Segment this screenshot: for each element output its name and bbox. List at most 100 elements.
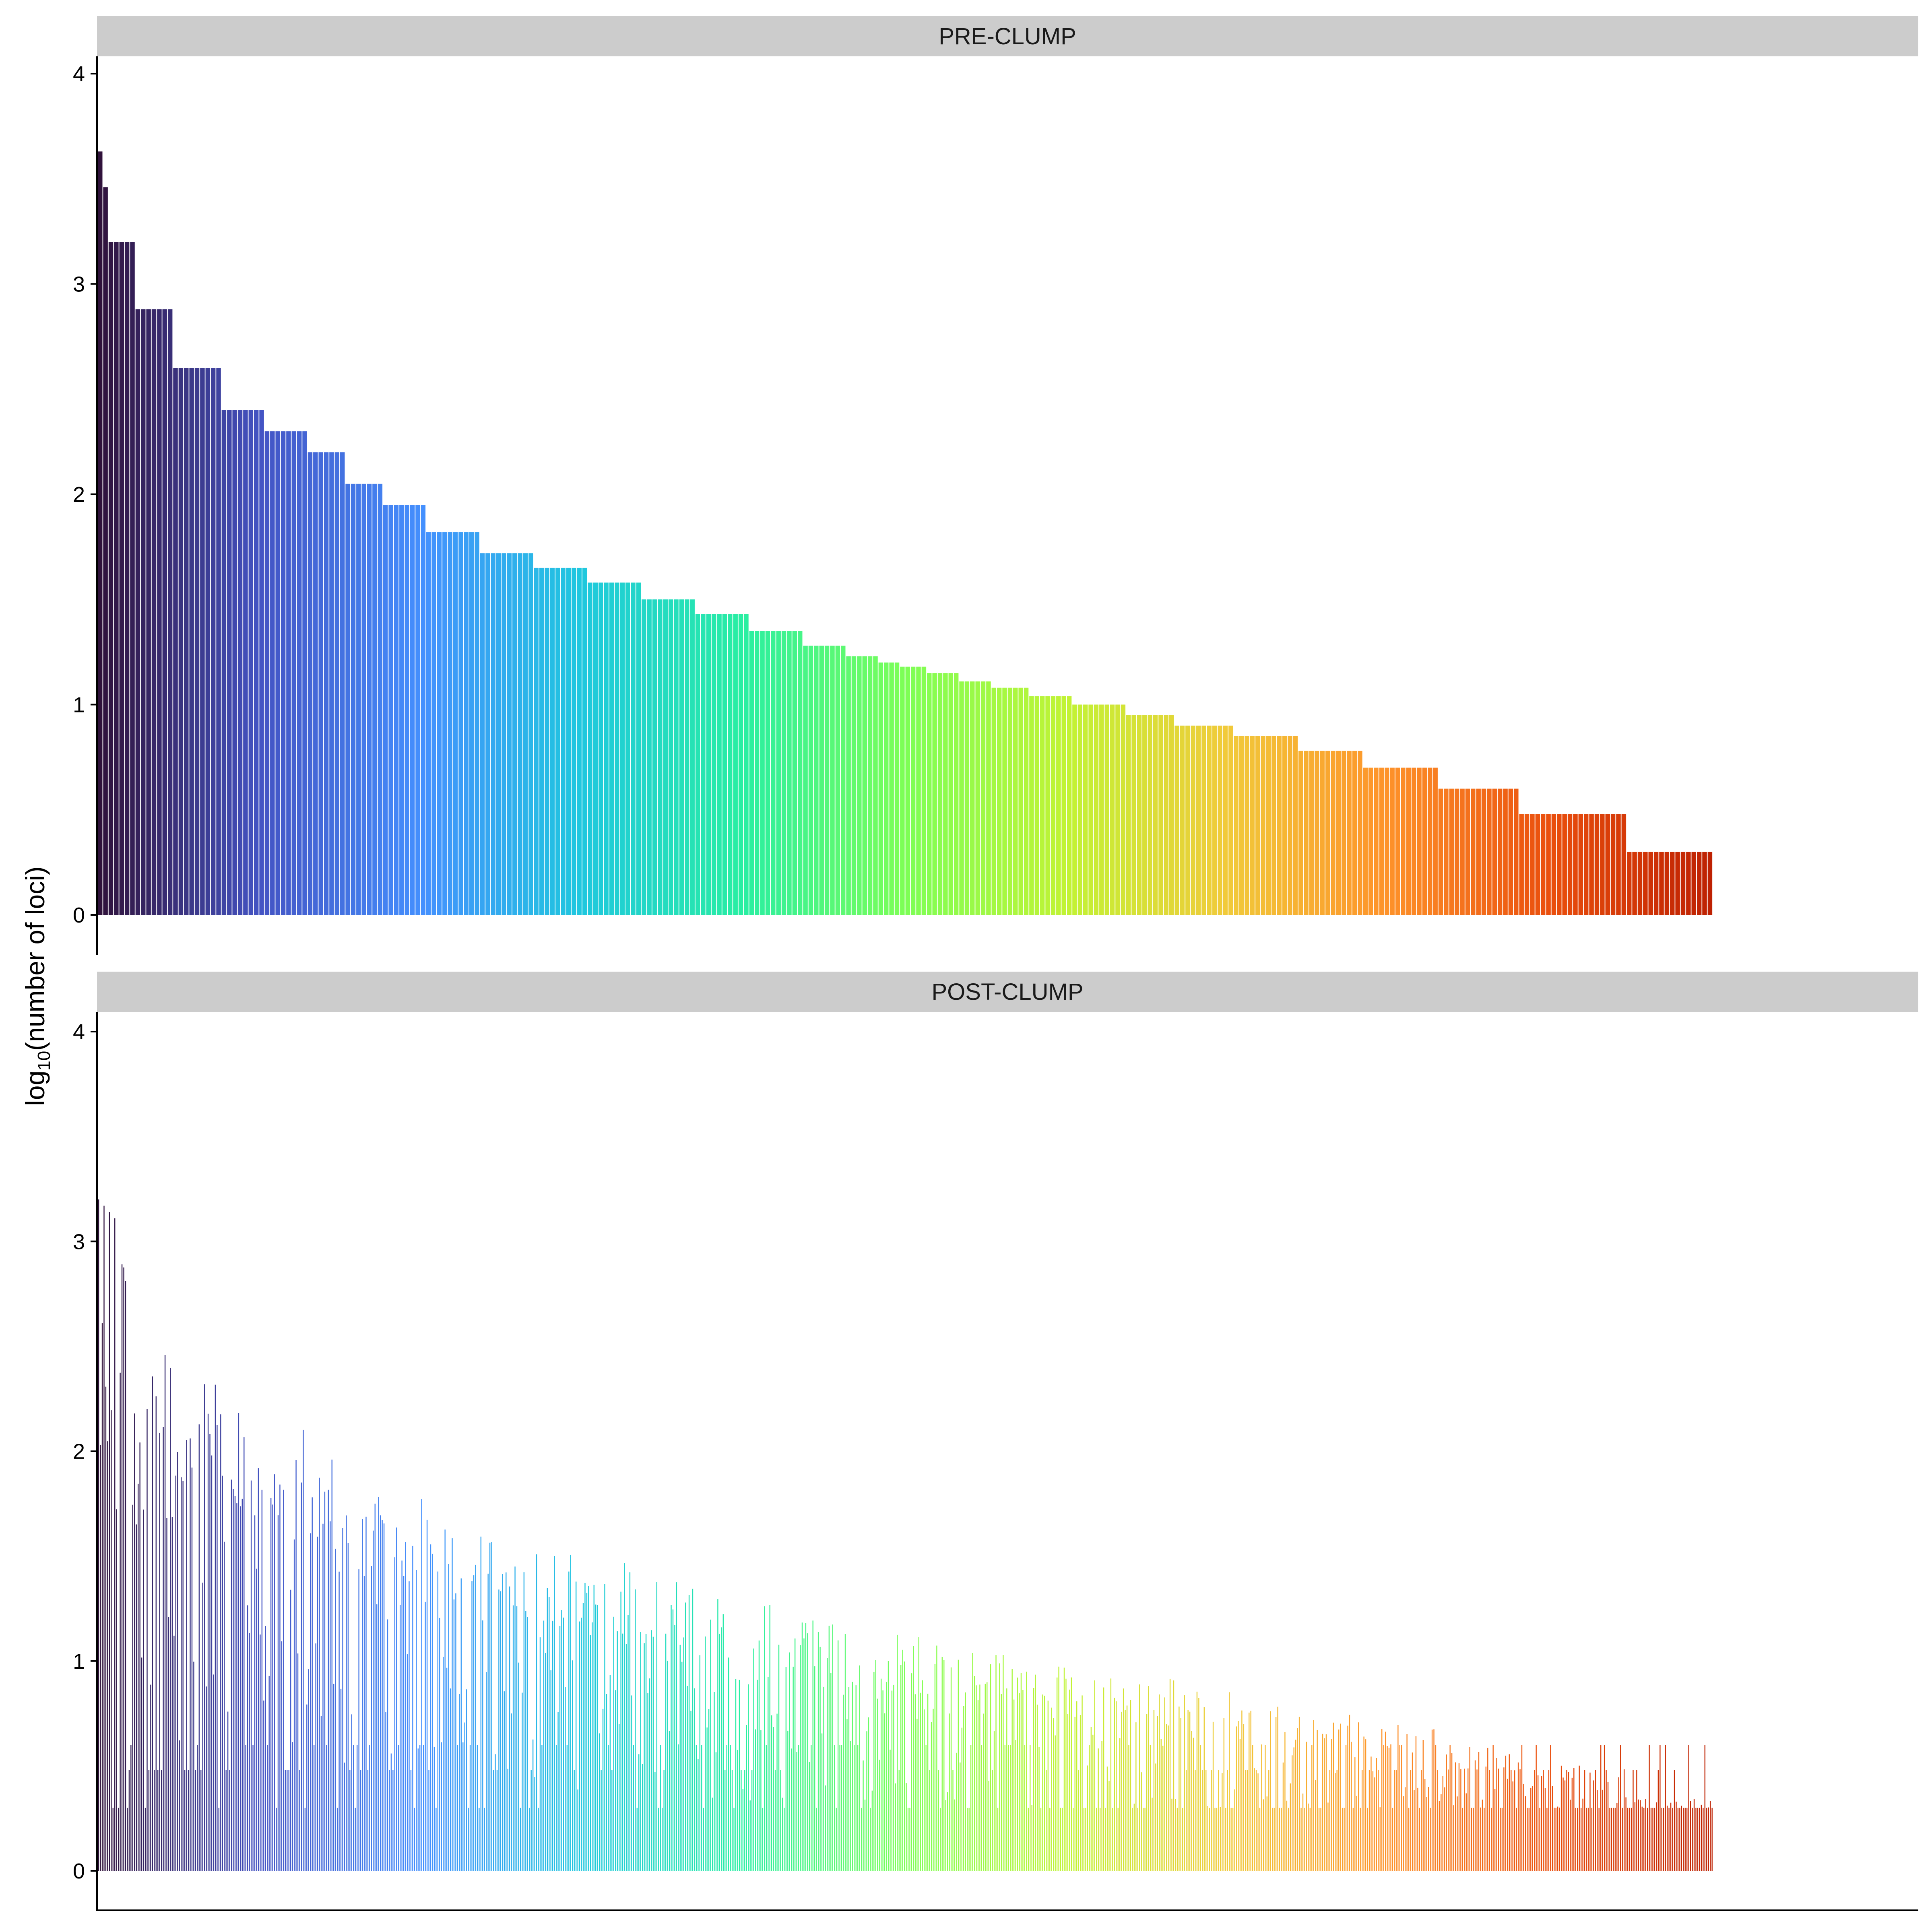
bar (200, 1770, 202, 1871)
bar (1478, 1752, 1480, 1871)
bar (1381, 1729, 1383, 1871)
bar (1707, 852, 1713, 915)
bar (625, 582, 630, 915)
bar (249, 1633, 250, 1871)
bar (884, 1713, 886, 1871)
bar (225, 1770, 227, 1871)
bar (771, 631, 776, 915)
bar (1489, 1770, 1490, 1871)
bar (1629, 1808, 1630, 1871)
bar (1062, 1808, 1063, 1871)
bar (1507, 1779, 1508, 1871)
bar (681, 1662, 683, 1871)
bar (816, 1808, 817, 1871)
bar (132, 1505, 134, 1871)
bar (308, 452, 313, 915)
bar (1379, 1807, 1381, 1871)
bar (482, 1620, 483, 1871)
bar (346, 1515, 347, 1871)
bar (240, 1506, 241, 1871)
bar (216, 368, 221, 915)
bar (701, 614, 706, 915)
bar (1024, 687, 1029, 915)
bar (1104, 704, 1109, 915)
bar (1605, 814, 1610, 915)
bar (1525, 1796, 1526, 1871)
bar (748, 1684, 749, 1871)
bar (1184, 1695, 1185, 1871)
bar (290, 1589, 291, 1871)
bar (947, 1792, 948, 1871)
bar (119, 242, 124, 915)
bar (1497, 788, 1503, 915)
bar (690, 599, 695, 915)
bar (1325, 751, 1330, 915)
bar (197, 1745, 198, 1871)
bar (1279, 1808, 1280, 1871)
bar (1065, 1678, 1067, 1871)
bar (1539, 1808, 1540, 1871)
bar (550, 568, 555, 915)
bar (360, 1770, 361, 1871)
bar (530, 1770, 532, 1871)
bar (1560, 1765, 1562, 1871)
bar (1261, 1744, 1262, 1871)
bar (441, 1742, 442, 1871)
bar (1701, 1804, 1702, 1871)
bar (674, 599, 679, 915)
bar (588, 1586, 589, 1871)
bar (134, 1413, 135, 1871)
bar (970, 681, 975, 915)
bar (651, 1630, 652, 1871)
bar (758, 1640, 760, 1871)
bar (242, 1499, 243, 1871)
bar (1067, 1714, 1069, 1871)
bar (98, 151, 103, 915)
bar (658, 1808, 659, 1871)
bar (1591, 1808, 1593, 1871)
bar (808, 646, 813, 915)
bar (929, 1770, 930, 1871)
bar (839, 1745, 840, 1871)
bar (609, 1675, 611, 1871)
bar (1681, 1806, 1682, 1871)
bar (1029, 696, 1034, 915)
bar (1103, 1687, 1104, 1871)
bar (324, 452, 329, 915)
bar (1643, 1808, 1645, 1871)
bar (922, 1680, 923, 1871)
bar (830, 1673, 832, 1871)
bar (577, 1789, 578, 1871)
bar (328, 1490, 329, 1871)
bar (882, 1690, 883, 1871)
bar (518, 1662, 519, 1871)
bar (1546, 814, 1551, 915)
bar (862, 656, 867, 915)
bar (1686, 1808, 1688, 1871)
bar (1133, 1804, 1135, 1871)
bar (1426, 1797, 1427, 1871)
bar (1496, 1758, 1497, 1871)
y-axis-title-inner: number of loci (20, 875, 50, 1042)
bar (572, 568, 576, 915)
bar (1597, 1790, 1598, 1871)
bar (493, 1770, 494, 1871)
bar (916, 667, 921, 915)
bar (1230, 1808, 1232, 1871)
bar (297, 1653, 299, 1871)
bar (177, 1452, 178, 1871)
bar (921, 667, 927, 915)
bar (1116, 1701, 1117, 1871)
bar (1589, 1772, 1591, 1871)
bar (1340, 1724, 1341, 1871)
bar (248, 410, 254, 915)
bar (805, 1623, 807, 1871)
bar (1503, 1767, 1505, 1871)
bar (306, 1704, 308, 1871)
bar (1320, 1808, 1321, 1871)
bar (1422, 1740, 1424, 1871)
bar (171, 1517, 173, 1871)
bar (563, 1617, 564, 1871)
bar (647, 599, 652, 915)
bar (1466, 1793, 1467, 1871)
